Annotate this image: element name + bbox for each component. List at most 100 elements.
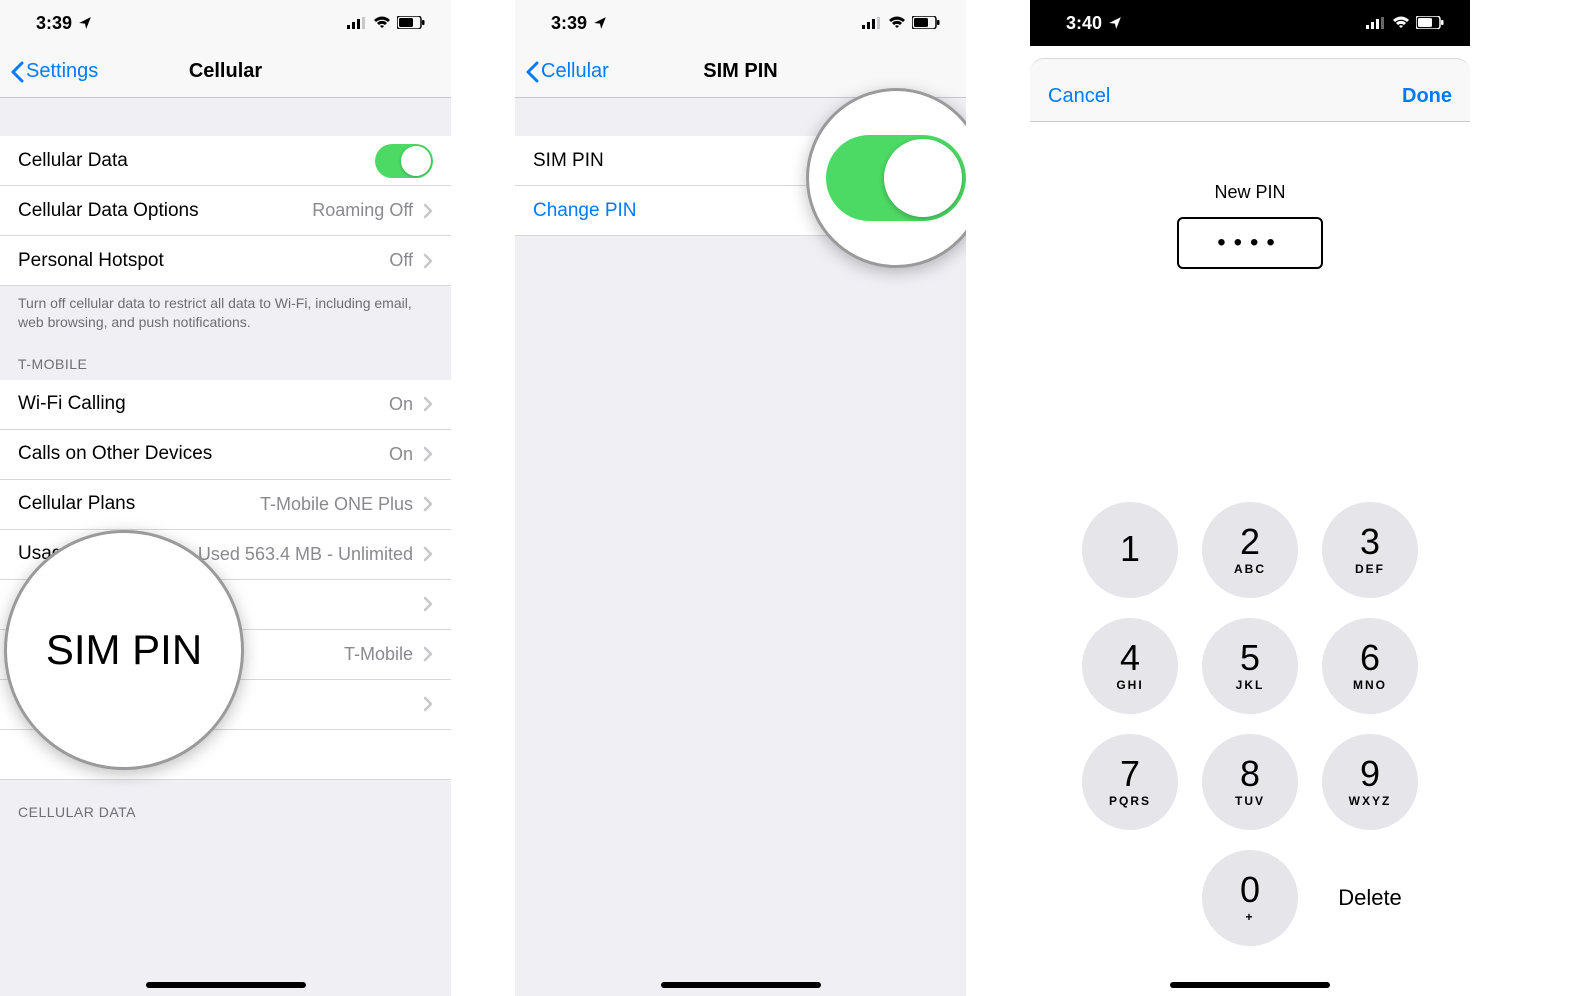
- row-personal-hotspot[interactable]: Personal Hotspot Off: [0, 236, 451, 286]
- key-sub: +: [1245, 910, 1254, 924]
- magnifier-toggle: [806, 88, 966, 268]
- section-header-cellular-data: CELLULAR DATA: [0, 780, 451, 828]
- keypad: 1 2 ABC 3 DEF 4 GHI 5 JKL 6 MNO 7 PQRS 8TUV 9 W…: [1030, 502, 1470, 966]
- gap: [966, 0, 1030, 996]
- chevron-right-icon: [423, 596, 433, 612]
- cell-value: Off: [389, 250, 413, 271]
- key-sub: WXYZ: [1349, 794, 1392, 808]
- status-time: 3:40: [1066, 13, 1102, 34]
- key-0[interactable]: 0+: [1202, 850, 1298, 946]
- key-num: 4: [1120, 640, 1140, 676]
- row-cellular-data-options[interactable]: Cellular Data Options Roaming Off: [0, 186, 451, 236]
- row-cellular-plans[interactable]: Cellular Plans T-Mobile ONE Plus: [0, 480, 451, 530]
- status-bar: 3:39: [0, 0, 451, 46]
- key-num: 2: [1240, 524, 1260, 560]
- cell-label: Cellular Data Options: [18, 200, 312, 222]
- key-4[interactable]: 4 GHI: [1082, 618, 1178, 714]
- cell-label: Cellular Data: [18, 150, 375, 172]
- battery-icon: [912, 13, 940, 34]
- pin-field[interactable]: ••••: [1177, 217, 1323, 269]
- location-icon: [78, 16, 92, 30]
- magnifier-label: SIM PIN: [46, 626, 202, 674]
- cell-value: T-Mobile: [344, 644, 413, 665]
- key-num: 1: [1120, 531, 1140, 567]
- nav-bar: Settings Cellular: [0, 46, 451, 98]
- location-icon: [1108, 16, 1122, 30]
- key-9[interactable]: 9 WXYZ: [1322, 734, 1418, 830]
- key-num: 3: [1360, 524, 1380, 560]
- cell-label: Calls on Other Devices: [18, 443, 389, 465]
- chevron-right-icon: [423, 696, 433, 712]
- gap: [451, 0, 515, 996]
- status-bar: 3:40: [1030, 0, 1470, 46]
- status-time: 3:39: [551, 13, 587, 34]
- location-icon: [593, 16, 607, 30]
- wifi-icon: [1392, 13, 1410, 34]
- footer-note: Turn off cellular data to restrict all d…: [0, 286, 451, 332]
- cancel-button[interactable]: Cancel: [1048, 85, 1110, 108]
- key-sub: DEF: [1355, 562, 1385, 576]
- back-label: Settings: [26, 60, 98, 83]
- cell-label: Personal Hotspot: [18, 250, 389, 272]
- status-bar: 3:39: [515, 0, 966, 46]
- battery-icon: [1416, 13, 1444, 34]
- cell-label: Wi-Fi Calling: [18, 393, 389, 415]
- back-button[interactable]: Cellular: [515, 60, 609, 83]
- pin-entry: New PIN ••••: [1030, 122, 1470, 269]
- back-label: Cellular: [541, 60, 609, 83]
- chevron-right-icon: [423, 253, 433, 269]
- chevron-right-icon: [423, 396, 433, 412]
- key-sub: ABC: [1234, 562, 1266, 576]
- key-2[interactable]: 2 ABC: [1202, 502, 1298, 598]
- key-sub: PQRS: [1109, 794, 1151, 808]
- screen-sim-pin: 3:39 Cellular SIM PIN SIM PIN Change PIN: [515, 0, 966, 996]
- battery-icon: [397, 13, 425, 34]
- cell-value: Used 563.4 MB - Unlimited: [198, 544, 413, 565]
- done-button[interactable]: Done: [1402, 85, 1452, 108]
- row-wifi-calling[interactable]: Wi-Fi Calling On: [0, 380, 451, 430]
- screen-cellular: 3:39 Settings Cellular Cellular Data Cel…: [0, 0, 451, 996]
- magnifier-toggle-graphic: [826, 135, 966, 221]
- screen-new-pin: 3:40 Cancel Done New PIN •••• 1 2 ABC 3 DE…: [1030, 0, 1470, 996]
- key-1[interactable]: 1: [1082, 502, 1178, 598]
- signal-icon: [347, 13, 367, 34]
- new-pin-label: New PIN: [1030, 182, 1470, 203]
- key-num: 5: [1240, 640, 1260, 676]
- key-num: 7: [1120, 756, 1140, 792]
- key-8[interactable]: 8TUV: [1202, 734, 1298, 830]
- key-sub: MNO: [1353, 678, 1387, 692]
- wifi-icon: [373, 13, 391, 34]
- key-6[interactable]: 6 MNO: [1322, 618, 1418, 714]
- key-num: 0: [1240, 872, 1260, 908]
- key-blank: [1082, 850, 1178, 946]
- key-sub: GHI: [1116, 678, 1143, 692]
- wifi-icon: [888, 13, 906, 34]
- chevron-right-icon: [423, 496, 433, 512]
- key-delete[interactable]: Delete: [1322, 850, 1418, 946]
- home-indicator: [146, 982, 306, 988]
- section-header-carrier: T-MOBILE: [0, 332, 451, 380]
- cell-value: Roaming Off: [312, 200, 413, 221]
- toggle-cellular-data[interactable]: [375, 144, 433, 178]
- key-3[interactable]: 3 DEF: [1322, 502, 1418, 598]
- key-sub: TUV: [1235, 794, 1265, 808]
- row-calls-other-devices[interactable]: Calls on Other Devices On: [0, 430, 451, 480]
- key-num: 9: [1360, 756, 1380, 792]
- row-cellular-data[interactable]: Cellular Data: [0, 136, 451, 186]
- status-time: 3:39: [36, 13, 72, 34]
- key-num: 6: [1360, 640, 1380, 676]
- key-sub: JKL: [1236, 678, 1265, 692]
- cell-value: On: [389, 394, 413, 415]
- cell-label: Cellular Plans: [18, 493, 260, 515]
- modal-grabber: [1030, 58, 1470, 72]
- key-7[interactable]: 7 PQRS: [1082, 734, 1178, 830]
- home-indicator: [1170, 982, 1330, 988]
- chevron-right-icon: [423, 203, 433, 219]
- back-button[interactable]: Settings: [0, 60, 98, 83]
- chevron-right-icon: [423, 646, 433, 662]
- cell-value: On: [389, 444, 413, 465]
- key-5[interactable]: 5 JKL: [1202, 618, 1298, 714]
- modal-nav: Cancel Done: [1030, 72, 1470, 122]
- chevron-right-icon: [423, 546, 433, 562]
- magnifier-sim-pin: SIM PIN: [4, 530, 244, 770]
